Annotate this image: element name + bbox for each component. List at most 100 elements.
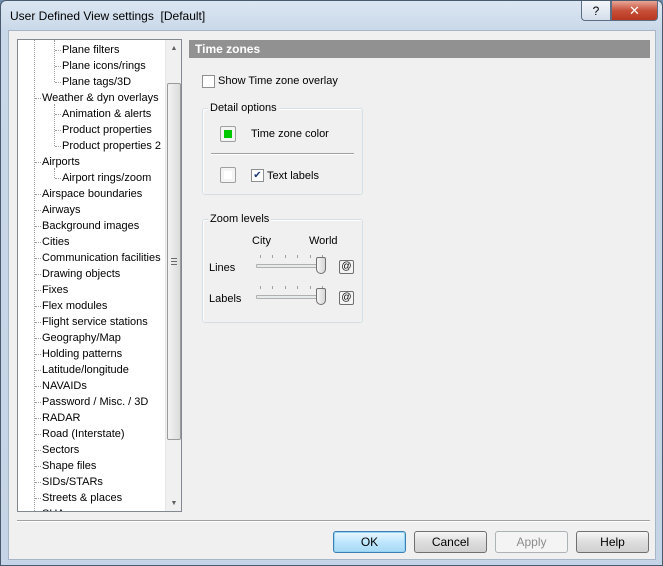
show-overlay-checkbox[interactable] (202, 75, 215, 88)
tree-connector-line (35, 434, 41, 435)
zoom-min-label: City (252, 235, 271, 247)
tree-item[interactable]: Drawing objects (42, 266, 120, 282)
tree-item[interactable]: Airports (42, 154, 80, 170)
tree-connector-line (35, 258, 41, 259)
tree-connector-line (35, 482, 41, 483)
tree-connector-line (35, 210, 41, 211)
tree-item[interactable]: SIDs/STARs (42, 474, 103, 490)
tree-item[interactable]: Shape files (42, 458, 96, 474)
zoom-slider-thumb[interactable] (316, 257, 326, 274)
tree-connector-line (35, 338, 41, 339)
text-labels-checkbox[interactable]: ✔ (251, 169, 264, 182)
tree-item[interactable]: Cities (42, 234, 70, 250)
tree-item[interactable]: Airways (42, 202, 81, 218)
detail-options-title: Detail options (208, 102, 279, 114)
tree-item[interactable]: Sectors (42, 442, 79, 458)
slider-tick (309, 255, 311, 258)
tree-connector-line (35, 162, 41, 163)
tree-item[interactable]: Plane tags/3D (62, 74, 131, 90)
tree-item[interactable]: RADAR (42, 410, 81, 426)
slider-tick (284, 255, 286, 258)
tree-item[interactable]: Product properties (62, 122, 152, 138)
text-labels-color-button[interactable] (220, 167, 236, 183)
detail-options-group: Detail options Time zone color ✔ Text la… (202, 102, 363, 195)
tree-connector-line (35, 466, 41, 467)
tree-item[interactable]: Latitude/longitude (42, 362, 129, 378)
zoom-row-label: Lines (209, 262, 236, 274)
tree-connector-line (35, 370, 41, 371)
bottom-separator (17, 520, 650, 522)
detail-separator (211, 153, 354, 155)
tree-item[interactable]: Flex modules (42, 298, 107, 314)
tree-item[interactable]: Plane icons/rings (62, 58, 146, 74)
tree-connector-line (35, 242, 41, 243)
tree-item[interactable]: Weather & dyn overlays (42, 90, 159, 106)
tree-connector-line (54, 104, 55, 146)
zoom-slider-thumb[interactable] (316, 288, 326, 305)
tree-connector-line (35, 418, 41, 419)
zoom-row-label: Labels (209, 293, 242, 305)
slider-tick (284, 286, 286, 289)
tree-connector-line (55, 146, 61, 147)
slider-tick (297, 255, 299, 258)
apply-button[interactable]: Apply (495, 531, 568, 553)
slider-tick (260, 286, 261, 289)
tree-connector-line (35, 322, 41, 323)
ok-button[interactable]: OK (333, 531, 406, 553)
cancel-button[interactable]: Cancel (414, 531, 487, 553)
section-header: Time zones (189, 40, 650, 58)
tree-connector-line (55, 82, 61, 83)
zoom-max-label: World (309, 235, 338, 247)
dialog-window: User Defined View settings [Default] ? ✕… (0, 0, 663, 566)
tree-connector-line (35, 306, 41, 307)
tree-item[interactable]: Flight service stations (42, 314, 148, 330)
grip-icon (171, 258, 177, 265)
tree-connector-line (35, 402, 41, 403)
help-button[interactable]: Help (576, 531, 649, 553)
zoom-set-button[interactable]: @ (339, 260, 354, 274)
tree-item[interactable]: Plane filters (62, 42, 119, 58)
tree-item[interactable]: Fixes (42, 282, 68, 298)
zoom-levels-group: Zoom levels City World Lines @ Labels @ (202, 213, 363, 323)
slider-tick (272, 286, 274, 289)
tree-connector-line (35, 194, 41, 195)
tree-connector-line (35, 498, 41, 499)
tree-item[interactable]: Geography/Map (42, 330, 121, 346)
tree-connector-line (55, 178, 61, 179)
tree-item[interactable]: Airspace boundaries (42, 186, 142, 202)
tree-connector-line (55, 66, 61, 67)
tree-connector-line (35, 354, 41, 355)
tree-connector-line (35, 290, 41, 291)
slider-tick (260, 255, 261, 258)
text-labels-label: Text labels (267, 170, 319, 182)
tree-connector-line (35, 386, 41, 387)
window-title: User Defined View settings [Default] (10, 9, 206, 23)
tree-item[interactable]: Holding patterns (42, 346, 122, 362)
tree-connector-line (34, 40, 35, 511)
help-title-button[interactable]: ? (581, 1, 611, 21)
zoom-set-button[interactable]: @ (339, 291, 354, 305)
tree-item[interactable]: Road (Interstate) (42, 426, 125, 442)
tree-item[interactable]: Password / Misc. / 3D (42, 394, 148, 410)
scroll-up-icon[interactable]: ▲ (166, 40, 181, 56)
tree-item[interactable]: Airport rings/zoom (62, 170, 151, 186)
close-button[interactable]: ✕ (611, 1, 658, 21)
tree-item[interactable]: Product properties 2 (62, 138, 161, 154)
slider-tick (272, 255, 274, 258)
tree-item[interactable]: Animation & alerts (62, 106, 151, 122)
tree-scrollbar[interactable]: ▲ ▼ (165, 40, 181, 511)
tree-item[interactable]: NAVAIDs (42, 378, 87, 394)
tree-item[interactable]: Background images (42, 218, 139, 234)
tree-item[interactable]: Communication facilities (42, 250, 161, 266)
tree-connector-line (54, 40, 55, 82)
tree-connector-line (55, 114, 61, 115)
slider-tick (297, 286, 299, 289)
color-swatch (224, 130, 232, 138)
tree-connector-line (55, 50, 61, 51)
scroll-thumb[interactable] (167, 83, 181, 440)
scroll-down-icon[interactable]: ▼ (166, 495, 181, 511)
tree-item[interactable]: Streets & places (42, 490, 122, 506)
tree-item[interactable]: SUAs (42, 506, 70, 511)
time-zone-color-label: Time zone color (251, 128, 329, 140)
time-zone-color-button[interactable] (220, 126, 236, 142)
